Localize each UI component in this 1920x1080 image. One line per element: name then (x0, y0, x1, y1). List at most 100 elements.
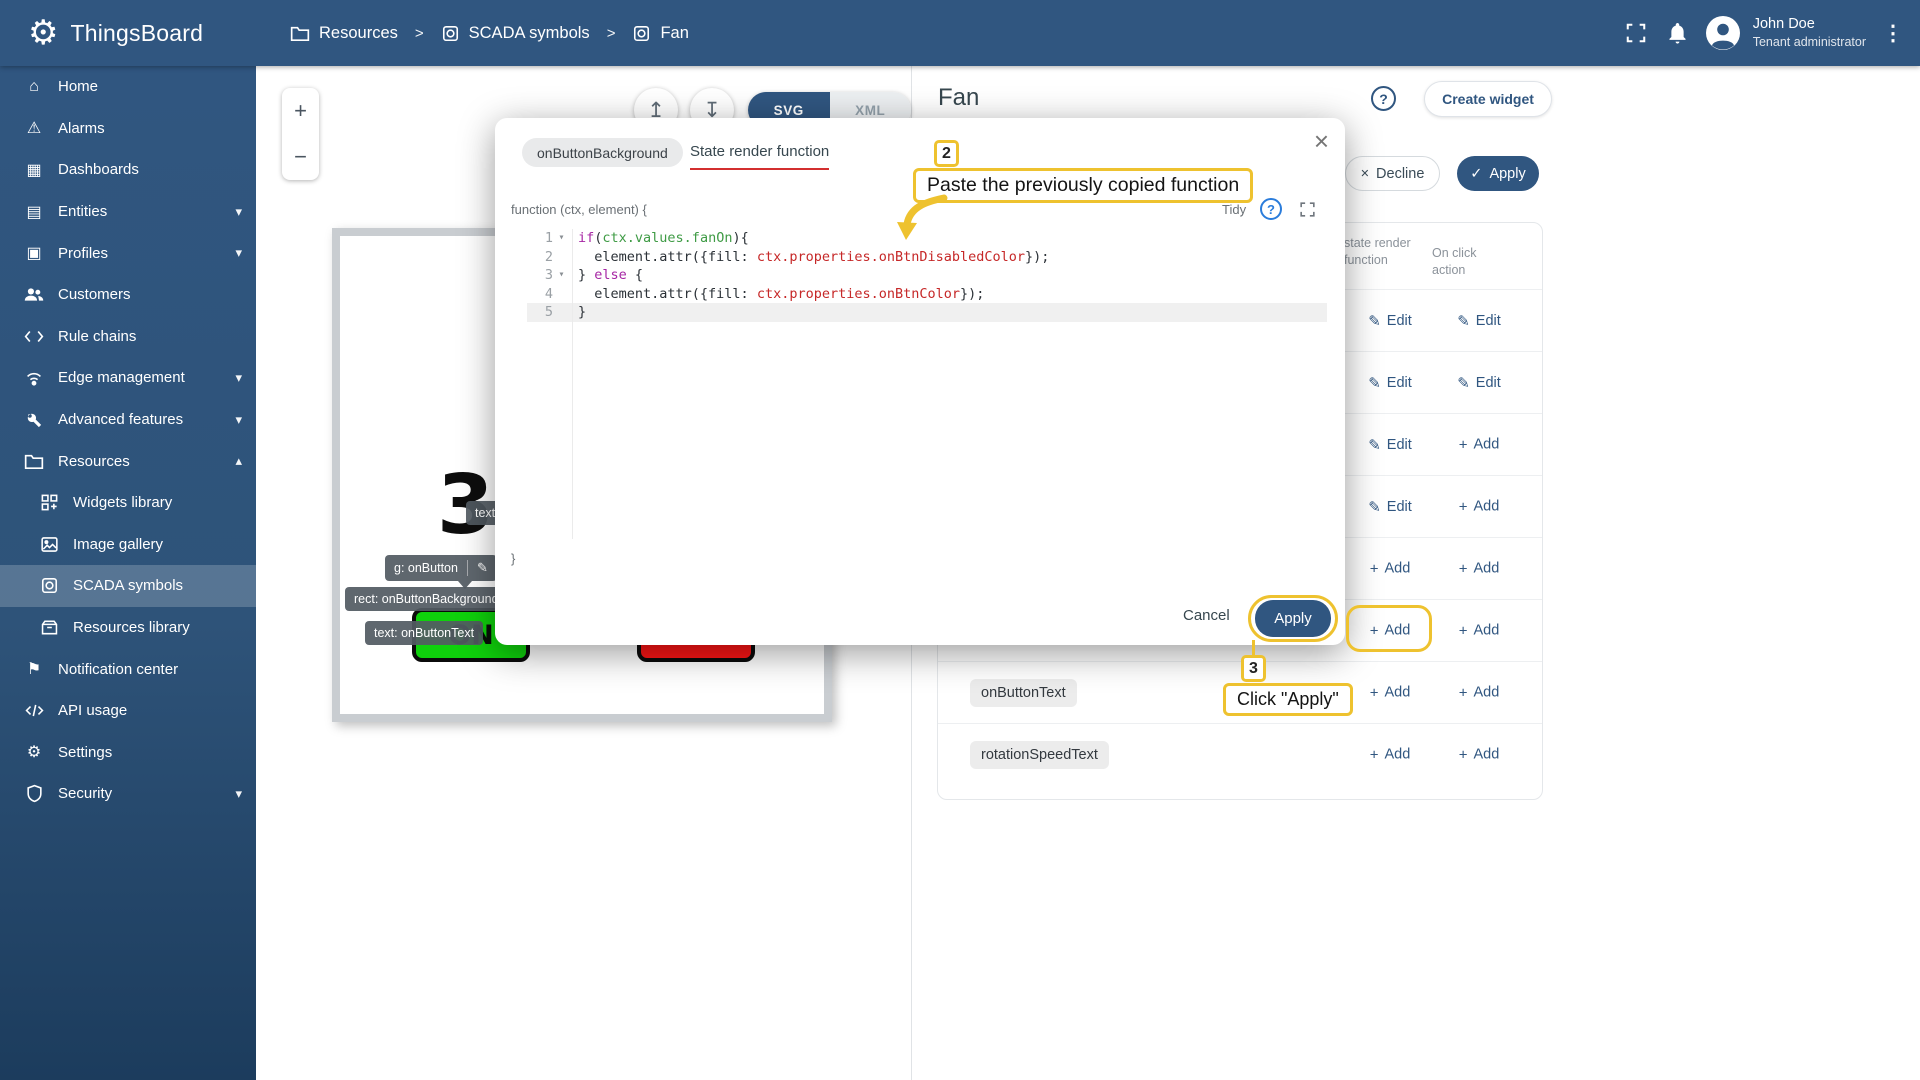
create-widget-button[interactable]: Create widget (1424, 81, 1552, 117)
breadcrumb-item-scada-symbols[interactable]: SCADA symbols (441, 24, 590, 43)
chevron-down-icon: ▾ (235, 411, 242, 427)
state-render-dialog: onButtonBackground State render function… (495, 118, 1345, 645)
plus-icon: + (1369, 746, 1379, 763)
plus-icon: + (1458, 498, 1468, 515)
line-number: 4 (544, 285, 553, 302)
apply-button[interactable]: Apply (1255, 600, 1331, 637)
plus-icon: + (1369, 622, 1379, 639)
notifications-bell-icon[interactable] (1657, 12, 1699, 54)
plus-icon: + (1458, 684, 1468, 701)
state-render-edit-button[interactable]: ✎ Edit (1368, 436, 1412, 454)
check-icon: ✓ (1470, 165, 1483, 182)
resources-icon (22, 453, 46, 470)
sidebar-item-resources-library[interactable]: Resources library (0, 607, 256, 649)
sidebar-item-settings[interactable]: ⚙ Settings (0, 732, 256, 774)
chevron-down-icon: ▾ (235, 785, 242, 801)
sidebar-item-api-usage[interactable]: API usage (0, 690, 256, 732)
alarms-icon: ⚠ (26, 120, 42, 138)
sidebar-item-widgets-library[interactable]: Widgets library (0, 482, 256, 524)
pencil-icon: ✎ (1368, 498, 1381, 516)
apply-button-top[interactable]: ✓ Apply (1457, 156, 1539, 191)
function-signature: function (ctx, element) { (511, 202, 647, 217)
help-icon[interactable]: ? (1260, 198, 1282, 220)
breadcrumb-item-resources[interactable]: Resources (290, 24, 398, 43)
pencil-icon[interactable]: ✎ (466, 560, 488, 576)
fold-icon (553, 303, 570, 322)
help-icon[interactable]: ? (1371, 86, 1396, 111)
zoom-in-button[interactable]: + (282, 88, 319, 134)
sidebar-item-image-gallery[interactable]: Image gallery (0, 524, 256, 566)
state-render-add-button[interactable]: + Add (1370, 622, 1411, 639)
sidebar-item-customers[interactable]: Customers (0, 274, 256, 316)
expand-icon[interactable] (1298, 200, 1317, 219)
widgets-icon (37, 493, 61, 512)
rule-chains-icon (22, 329, 46, 344)
fold-icon[interactable]: ▾ (553, 229, 570, 248)
cancel-button[interactable]: Cancel (1183, 607, 1230, 624)
sidebar-item-profiles[interactable]: ▣ Profiles ▾ (0, 232, 256, 274)
plus-icon: + (1369, 684, 1379, 701)
sidebar-item-dashboards[interactable]: ▦ Dashboards (0, 149, 256, 191)
fullscreen-icon[interactable] (1615, 12, 1657, 54)
column-header-state-render: state render function (1344, 236, 1411, 267)
sidebar-item-rule-chains[interactable]: Rule chains (0, 316, 256, 358)
app-logo[interactable]: ⚙ ThingsBoard (28, 0, 203, 66)
folder-icon (290, 25, 310, 42)
close-icon: × (1360, 165, 1370, 182)
code-editor[interactable]: 1 ▾ if(ctx.values.fanOn){2 element.attr({f… (527, 229, 1327, 539)
pencil-icon: ✎ (1457, 312, 1470, 330)
element-tag-chip: onButtonText (970, 678, 1077, 707)
tidy-button[interactable]: Tidy (1222, 202, 1246, 217)
sidebar-item-notification-center[interactable]: ⚑ Notification center (0, 648, 256, 690)
advanced-icon (22, 411, 46, 429)
state-render-edit-button[interactable]: ✎ Edit (1368, 498, 1412, 516)
on-click-edit-button[interactable]: ✎ Edit (1457, 374, 1501, 392)
state-render-edit-button[interactable]: ✎ Edit (1368, 312, 1412, 330)
on-click-add-button[interactable]: + Add (1459, 560, 1500, 577)
close-icon[interactable]: × (1314, 128, 1329, 154)
on-click-add-button[interactable]: + Add (1459, 684, 1500, 701)
sidebar-item-home[interactable]: ⌂ Home (0, 66, 256, 108)
pencil-icon: ✎ (1368, 312, 1381, 330)
scada-icon (441, 24, 460, 43)
sidebar-item-entities[interactable]: ▤ Entities ▾ (0, 191, 256, 233)
edge-icon (22, 370, 46, 386)
library-icon (37, 619, 61, 636)
sidebar: ⌂ Home ⚠ Alarms ▦ Dashboards ▤ Entities ▾ ▣ Profil… (0, 66, 256, 1080)
breadcrumb-item-fan[interactable]: Fan (632, 24, 689, 43)
decline-button[interactable]: × Decline (1345, 156, 1440, 191)
chevron-up-icon: ▴ (235, 453, 242, 469)
sidebar-item-scada-symbols[interactable]: SCADA symbols (0, 565, 256, 607)
user-menu[interactable]: John Doe Tenant administrator (1753, 15, 1866, 50)
plus-icon: + (1369, 560, 1379, 577)
page: ⚙ ThingsBoard Resources > SCADA symbols > Fa… (0, 0, 1920, 1080)
sidebar-item-security[interactable]: Security ▾ (0, 773, 256, 815)
state-render-edit-button[interactable]: ✎ Edit (1368, 374, 1412, 392)
on-click-edit-button[interactable]: ✎ Edit (1457, 312, 1501, 330)
sidebar-item-resources[interactable]: Resources ▴ (0, 440, 256, 482)
on-click-add-button[interactable]: + Add (1459, 622, 1500, 639)
sidebar-item-advanced-features[interactable]: Advanced features ▾ (0, 399, 256, 441)
on-click-add-button[interactable]: + Add (1459, 746, 1500, 763)
on-click-add-button[interactable]: + Add (1459, 498, 1500, 515)
state-render-add-button[interactable]: + Add (1370, 684, 1411, 701)
fold-icon[interactable]: ▾ (553, 266, 570, 285)
fold-icon (553, 248, 570, 267)
element-chip[interactable]: onButtonBackground (522, 138, 683, 167)
table-row: rotationSpeedText + Add + Add (938, 723, 1542, 785)
plus-icon: + (1458, 746, 1468, 763)
tab-state-render-function[interactable]: State render function (690, 143, 830, 170)
element-tag-onButtonBackground[interactable]: rect: onButtonBackground (345, 587, 508, 611)
element-tag-onButtonText[interactable]: text: onButtonText (365, 621, 484, 645)
zoom-out-button[interactable]: − (282, 134, 319, 180)
on-click-add-button[interactable]: + Add (1459, 436, 1500, 453)
sidebar-item-alarms[interactable]: ⚠ Alarms (0, 108, 256, 150)
state-render-add-button[interactable]: + Add (1370, 560, 1411, 577)
element-tag-onButton[interactable]: g: onButton ✎ (385, 555, 497, 581)
state-render-add-button[interactable]: + Add (1370, 746, 1411, 763)
avatar[interactable] (1705, 15, 1741, 51)
sidebar-item-edge-management[interactable]: Edge management ▾ (0, 357, 256, 399)
entities-icon: ▤ (26, 203, 42, 221)
line-number: 5 (544, 304, 553, 321)
kebab-menu-icon[interactable]: ⋮ (1878, 21, 1908, 46)
